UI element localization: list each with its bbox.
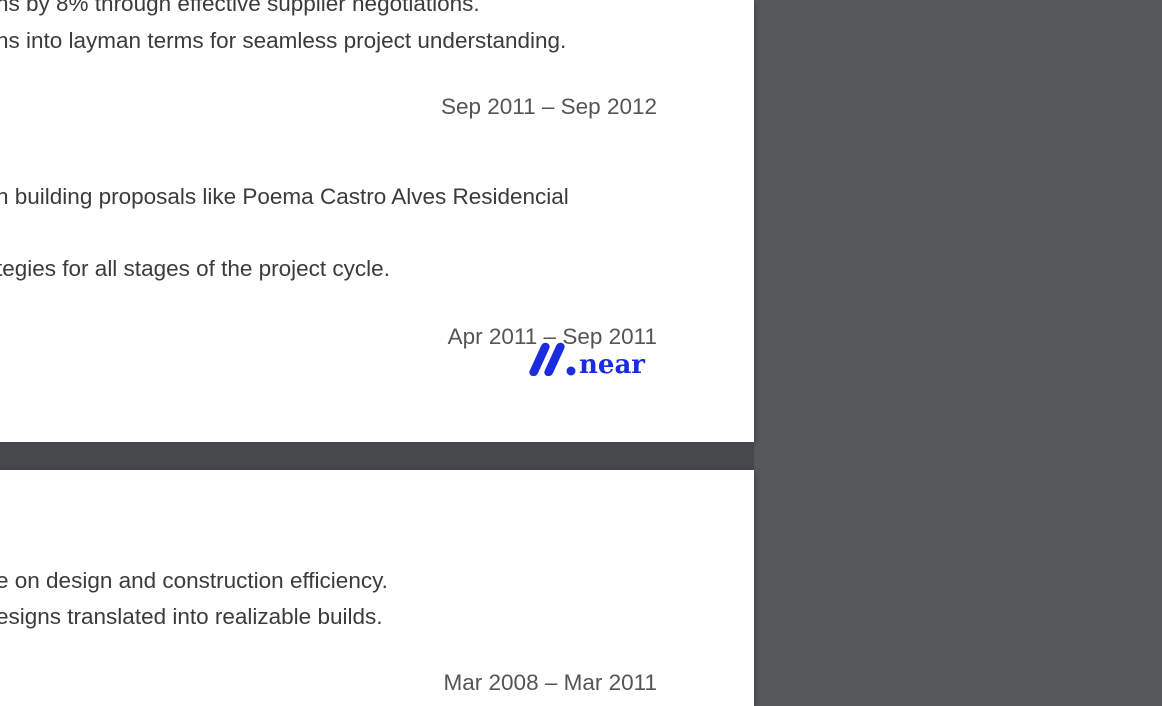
near-logo: near bbox=[527, 336, 645, 380]
document-page-2: e on design and construction efficiency.… bbox=[0, 470, 754, 706]
page-gap bbox=[0, 442, 754, 470]
date-range: Sep 2011 – Sep 2012 bbox=[440, 94, 657, 119]
near-logo-icon bbox=[529, 342, 576, 376]
document-page-1: ns by 8% through effective supplier nego… bbox=[0, 0, 754, 442]
date-range: Mar 2008 – Mar 2011 bbox=[443, 670, 657, 695]
bullet-text: e on design and construction efficiency. bbox=[0, 568, 388, 593]
bullet-text: n building proposals like Poema Castro A… bbox=[0, 184, 569, 209]
logo-text: near bbox=[579, 350, 645, 380]
bullet-text: esigns translated into realizable builds… bbox=[0, 604, 383, 629]
bullet-text: tegies for all stages of the project cyc… bbox=[0, 256, 390, 281]
bullet-text: ns by 8% through effective supplier nego… bbox=[0, 0, 480, 16]
bullet-text: ns into layman terms for seamless projec… bbox=[0, 28, 567, 53]
document-viewer[interactable]: ns by 8% through effective supplier nego… bbox=[0, 0, 1162, 706]
